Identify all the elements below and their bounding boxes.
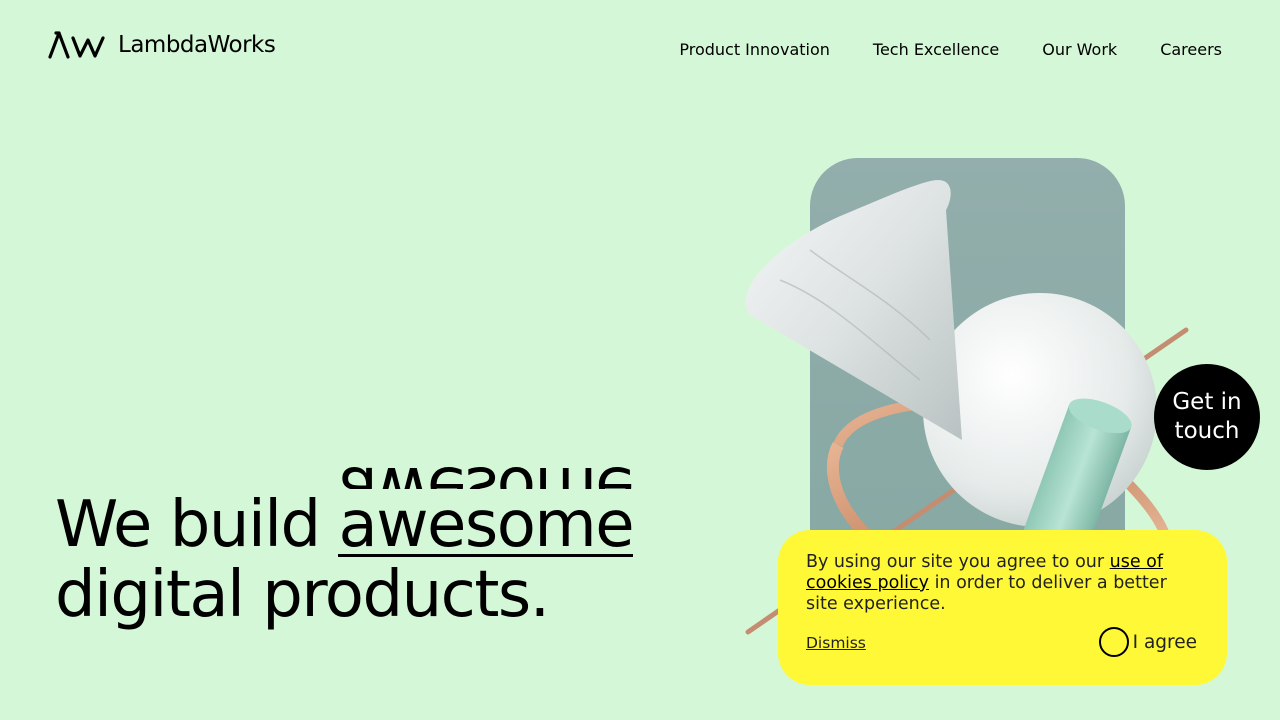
get-in-touch-button[interactable]: Get in touch <box>1154 364 1260 470</box>
hero-highlight-word: awesome awesome <box>338 496 635 557</box>
hero-highlight-text: awesome <box>338 488 634 562</box>
cookie-agree-button[interactable]: I agree <box>1098 627 1197 657</box>
cookie-agree-label: I agree <box>1132 631 1197 653</box>
hero-line2: digital products. <box>55 558 550 632</box>
nav-item-tech-excellence[interactable]: Tech Excellence <box>873 40 999 60</box>
cookie-text-before: By using our site you agree to our <box>806 552 1110 572</box>
cookie-banner: By using our site you agree to our use o… <box>778 530 1227 685</box>
cookie-dismiss-button[interactable]: Dismiss <box>806 634 866 652</box>
nav-item-our-work[interactable]: Our Work <box>1042 40 1117 60</box>
hero-title: We build awesome awesome digital product… <box>55 488 635 632</box>
page: LambdaWorks Product Innovation Tech Exce… <box>0 0 1280 720</box>
brand-name: LambdaWorks <box>118 31 276 58</box>
main-nav: Product Innovation Tech Excellence Our W… <box>679 40 1222 60</box>
hero-line1-prefix: We build <box>55 488 321 562</box>
cookie-message: By using our site you agree to our use o… <box>806 552 1199 615</box>
nav-item-careers[interactable]: Careers <box>1160 40 1222 60</box>
lambda-w-icon <box>48 31 105 59</box>
logo-link[interactable]: LambdaWorks <box>48 30 276 60</box>
circle-icon <box>1098 627 1129 657</box>
nav-item-product-innovation[interactable]: Product Innovation <box>679 40 830 60</box>
